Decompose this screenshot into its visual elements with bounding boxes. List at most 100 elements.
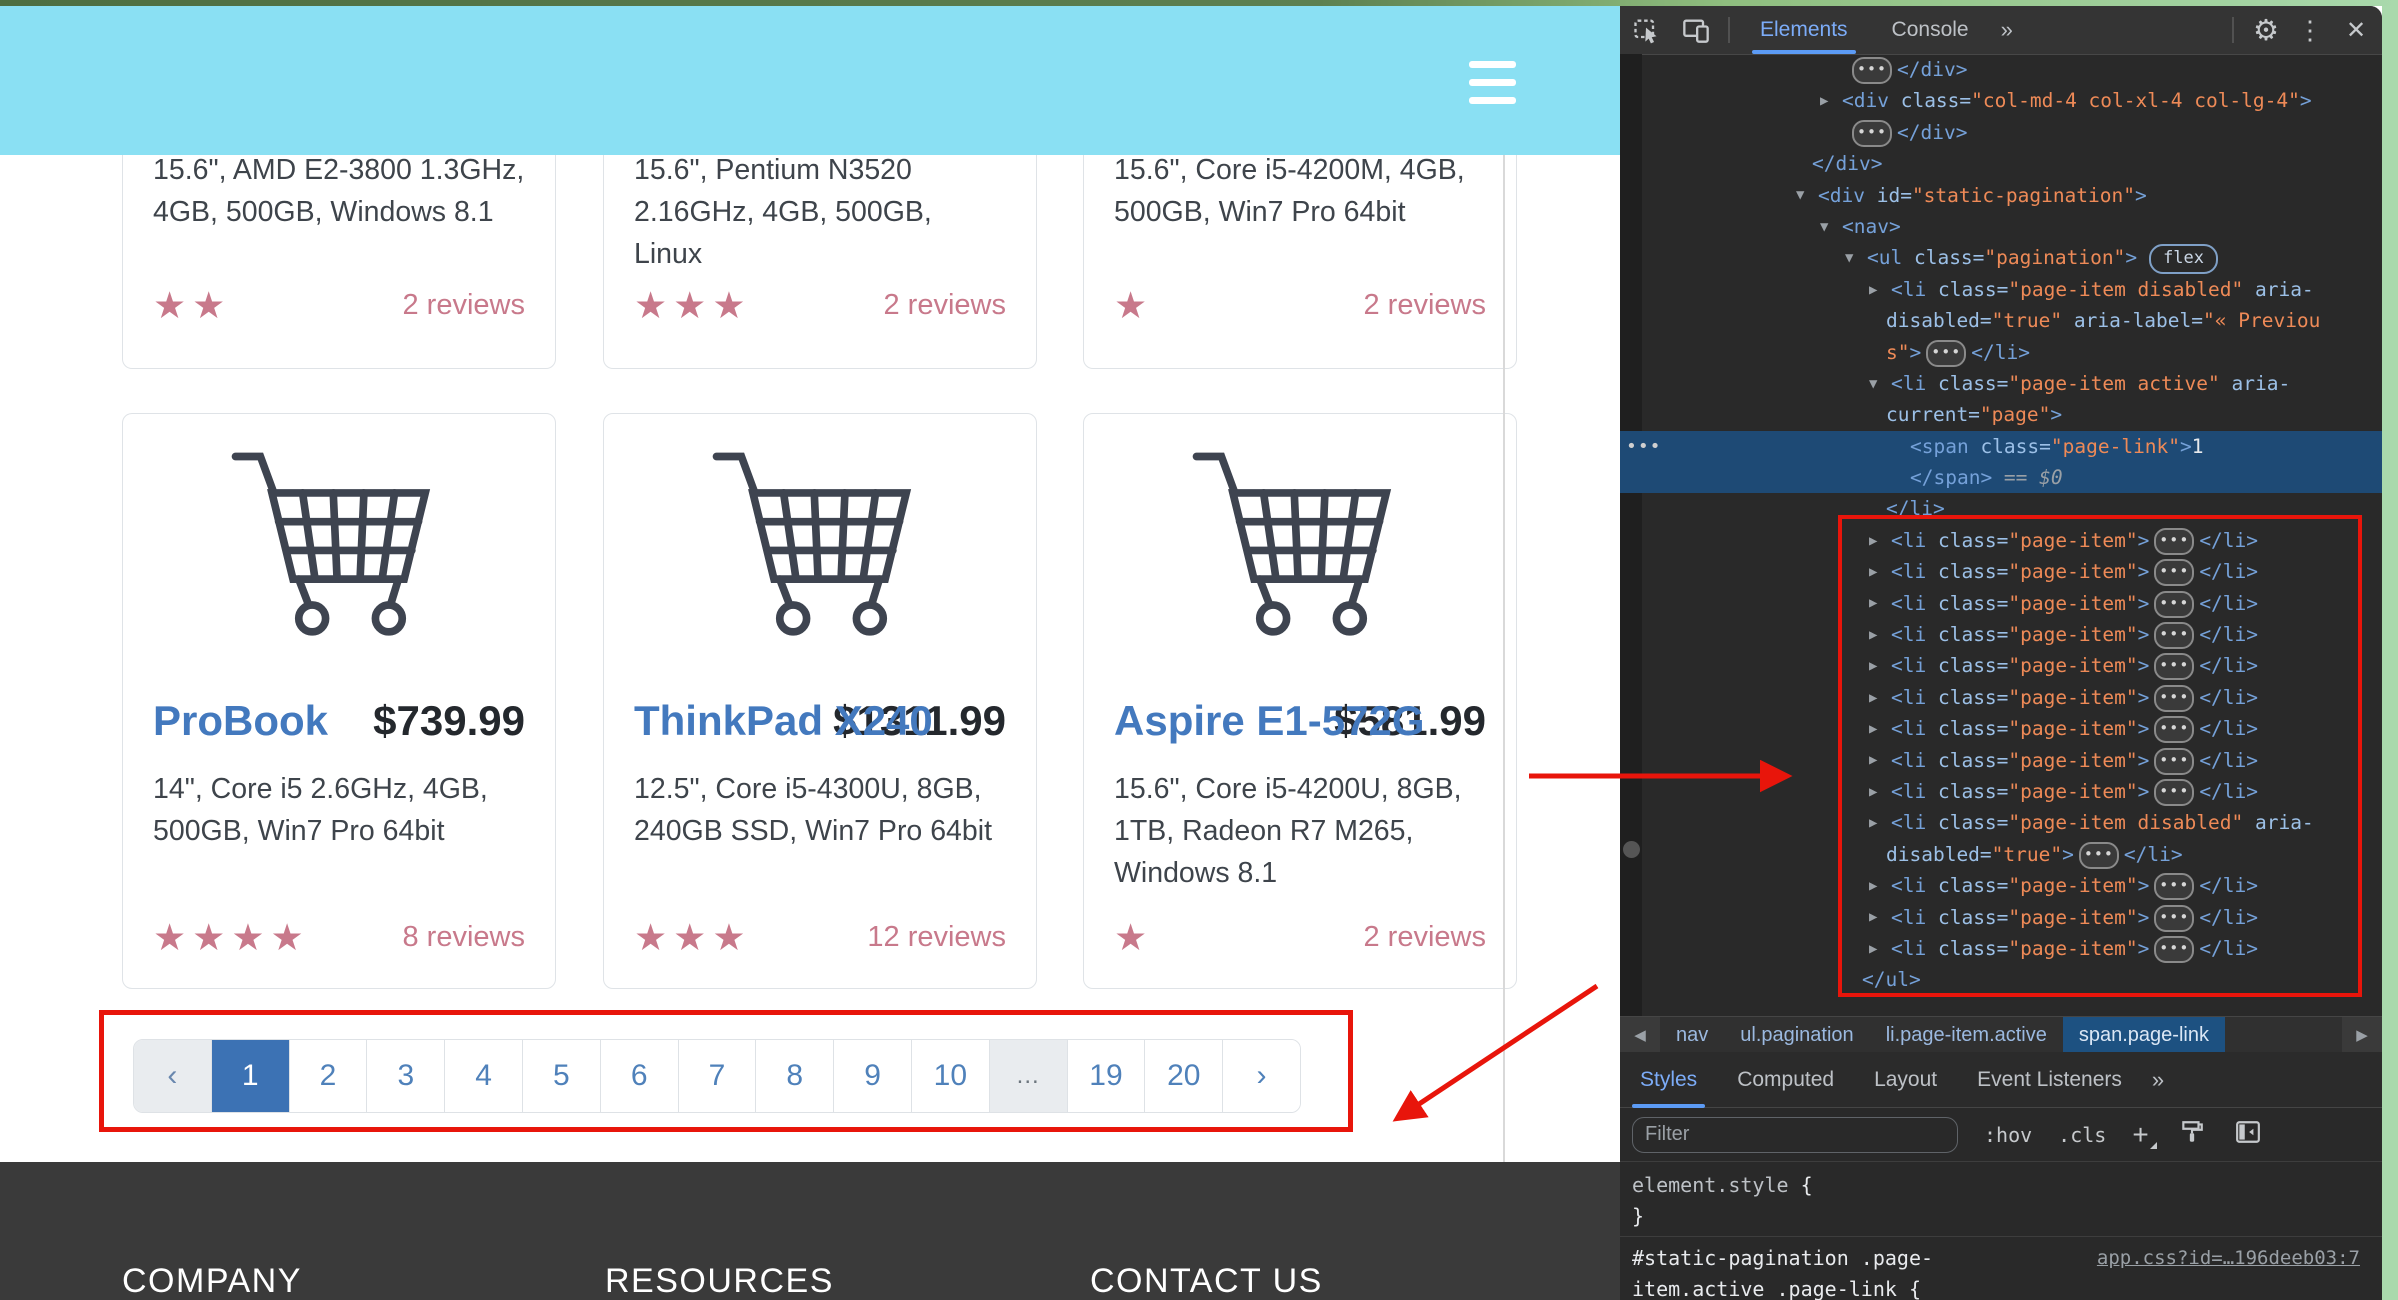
dom-node-line[interactable]: ▶<li class="page-item">•••</li> [1644, 650, 2382, 681]
expand-arrow-icon[interactable]: ▶ [1869, 526, 1891, 557]
expand-arrow-icon[interactable]: ▶ [1869, 683, 1891, 714]
collapsed-children-icon[interactable]: ••• [2154, 528, 2194, 555]
inspect-element-icon[interactable] [1620, 16, 1672, 44]
node-actions-icon[interactable]: ••• [1626, 431, 1662, 462]
page-button-...[interactable]: ... [990, 1040, 1068, 1112]
dom-node-line[interactable]: ▶<li class="page-item">•••</li> [1644, 713, 2382, 744]
page-button-3[interactable]: 3 [367, 1040, 445, 1112]
expand-arrow-icon[interactable]: ▶ [1869, 934, 1891, 965]
expand-arrow-icon[interactable]: ▶ [1869, 777, 1891, 808]
page-button-›[interactable]: › [1223, 1040, 1300, 1112]
expand-arrow-icon[interactable]: ▶ [1869, 620, 1891, 651]
expand-arrow-icon[interactable]: ▼ [1845, 243, 1867, 274]
collapsed-children-icon[interactable]: ••• [2154, 559, 2194, 586]
expand-arrow-icon[interactable]: ▼ [1869, 369, 1891, 400]
styles-filter-input[interactable] [1632, 1117, 1958, 1153]
collapsed-children-icon[interactable]: ••• [2154, 591, 2194, 618]
dom-node-line[interactable]: ▶<li class="page-item">•••</li> [1644, 682, 2382, 713]
more-tabs-icon[interactable]: » [1991, 17, 2021, 43]
hamburger-menu-icon[interactable] [1469, 61, 1516, 104]
dom-node-line[interactable]: ▶<li class="page-item">•••</li> [1644, 870, 2382, 901]
expand-arrow-icon[interactable]: ▶ [1869, 902, 1891, 933]
scrollbar-thumb[interactable] [1623, 841, 1640, 858]
toggle-hover-state-button[interactable]: :hov [1984, 1123, 2032, 1147]
page-button-9[interactable]: 9 [834, 1040, 912, 1112]
expand-arrow-icon[interactable]: ▶ [1820, 86, 1842, 117]
breadcrumb-nav[interactable]: nav [1660, 1017, 1724, 1053]
dom-node-line[interactable]: current="page"> [1644, 399, 2382, 430]
dom-node-line[interactable]: ▶<div class="col-md-4 col-xl-4 col-lg-4"… [1644, 85, 2382, 116]
page-button-6[interactable]: 6 [601, 1040, 679, 1112]
review-count-link[interactable]: 2 reviews [1364, 921, 1487, 954]
stylesheet-source-link[interactable]: app.css?id=…196deeb03:7 [2097, 1243, 2360, 1274]
collapsed-children-icon[interactable]: ••• [2154, 873, 2194, 900]
page-scrollbar[interactable] [1503, 155, 1505, 1162]
collapsed-children-icon[interactable]: ••• [2079, 842, 2119, 869]
product-name-link[interactable]: ThinkPad X240 [634, 697, 933, 745]
expand-arrow-icon[interactable]: ▶ [1869, 871, 1891, 902]
device-toolbar-icon[interactable] [1672, 16, 1720, 44]
expand-arrow-icon[interactable]: ▶ [1869, 557, 1891, 588]
dom-node-line[interactable]: ▶<li class="page-item">•••</li> [1644, 933, 2382, 964]
collapsed-children-icon[interactable]: ••• [2154, 936, 2194, 963]
collapsed-children-icon[interactable]: ••• [1852, 57, 1892, 84]
collapsed-children-icon[interactable]: ••• [2154, 685, 2194, 712]
devtools-scroll-gutter[interactable] [1620, 54, 1642, 1016]
page-button-20[interactable]: 20 [1145, 1040, 1223, 1112]
review-count-link[interactable]: 2 reviews [1364, 289, 1487, 322]
settings-gear-icon[interactable]: ⚙ [2242, 13, 2290, 48]
dom-node-line[interactable]: ▼<li class="page-item active" aria- [1644, 368, 2382, 399]
expand-arrow-icon[interactable]: ▶ [1869, 808, 1891, 839]
page-button-2[interactable]: 2 [290, 1040, 368, 1112]
breadcrumb-span-page-link[interactable]: span.page-link [2063, 1017, 2225, 1053]
element-style-section[interactable]: element.style { } [1620, 1162, 2382, 1237]
close-devtools-icon[interactable]: ✕ [2330, 16, 2382, 45]
review-count-link[interactable]: 2 reviews [884, 289, 1007, 322]
styles-tab-event-listeners[interactable]: Event Listeners [1957, 1052, 2142, 1108]
expand-arrow-icon[interactable]: ▼ [1820, 212, 1842, 243]
flex-badge[interactable]: flex [2149, 244, 2218, 274]
page-button-‹[interactable]: ‹ [134, 1040, 212, 1112]
breadcrumb-ul-pagination[interactable]: ul.pagination [1724, 1017, 1869, 1053]
page-button-19[interactable]: 19 [1068, 1040, 1146, 1112]
dom-node-line[interactable]: ▼<ul class="pagination">flex [1644, 242, 2382, 273]
review-count-link[interactable]: 8 reviews [403, 921, 526, 954]
expand-arrow-icon[interactable]: ▶ [1869, 275, 1891, 306]
more-styles-tabs-icon[interactable]: » [2142, 1067, 2172, 1093]
expand-arrow-icon[interactable]: ▶ [1869, 714, 1891, 745]
product-name-link[interactable]: Aspire E1-572G [1114, 697, 1425, 745]
dom-node-line[interactable]: disabled="true" aria-label="« Previou [1644, 305, 2382, 336]
breadcrumb-back-icon[interactable]: ◀ [1620, 1017, 1660, 1053]
product-name-link[interactable]: ProBook [153, 697, 328, 745]
styles-tab-computed[interactable]: Computed [1717, 1052, 1854, 1108]
dom-node-line[interactable]: •••</div> [1644, 117, 2382, 148]
page-button-1[interactable]: 1 [212, 1040, 290, 1112]
dom-node-line[interactable]: •••<span class="page-link">1 [1620, 431, 2382, 462]
collapsed-children-icon[interactable]: ••• [2154, 622, 2194, 649]
computed-sidebar-toggle-icon[interactable] [2235, 1119, 2261, 1150]
collapsed-children-icon[interactable]: ••• [2154, 716, 2194, 743]
review-count-link[interactable]: 12 reviews [867, 921, 1006, 954]
dom-node-line[interactable]: s">•••</li> [1644, 337, 2382, 368]
collapsed-children-icon[interactable]: ••• [1926, 340, 1966, 367]
dom-node-line[interactable]: •••</div> [1644, 54, 2382, 85]
toggle-class-button[interactable]: .cls [2058, 1123, 2106, 1147]
expand-arrow-icon[interactable]: ▶ [1869, 651, 1891, 682]
dom-node-line[interactable]: ▶<li class="page-item">•••</li> [1644, 619, 2382, 650]
dom-node-line[interactable]: ▶<li class="page-item">•••</li> [1644, 588, 2382, 619]
breadcrumb-forward-icon[interactable]: ▶ [2342, 1017, 2382, 1053]
devtools-tab-elements[interactable]: Elements [1738, 6, 1870, 54]
dom-node-line[interactable]: ▶<li class="page-item">•••</li> [1644, 776, 2382, 807]
expand-arrow-icon[interactable]: ▶ [1869, 588, 1891, 619]
dom-node-line[interactable]: ▶<li class="page-item disabled" aria- [1644, 807, 2382, 838]
dom-node-line[interactable]: ▶<li class="page-item">•••</li> [1644, 525, 2382, 556]
dom-node-line[interactable]: disabled="true">•••</li> [1644, 839, 2382, 870]
devtools-tab-console[interactable]: Console [1870, 6, 1991, 54]
breadcrumb-li-page-item-active[interactable]: li.page-item.active [1870, 1017, 2063, 1053]
dom-node-line[interactable]: ▶<li class="page-item">•••</li> [1644, 556, 2382, 587]
dom-node-line[interactable]: </div> [1644, 148, 2382, 179]
dom-node-line[interactable]: ▼<nav> [1644, 211, 2382, 242]
matched-css-rule[interactable]: #static-pagination .page- item.active .p… [1620, 1237, 2382, 1300]
expand-arrow-icon[interactable]: ▶ [1869, 745, 1891, 776]
dom-node-line[interactable]: ▼<div id="static-pagination"> [1644, 180, 2382, 211]
